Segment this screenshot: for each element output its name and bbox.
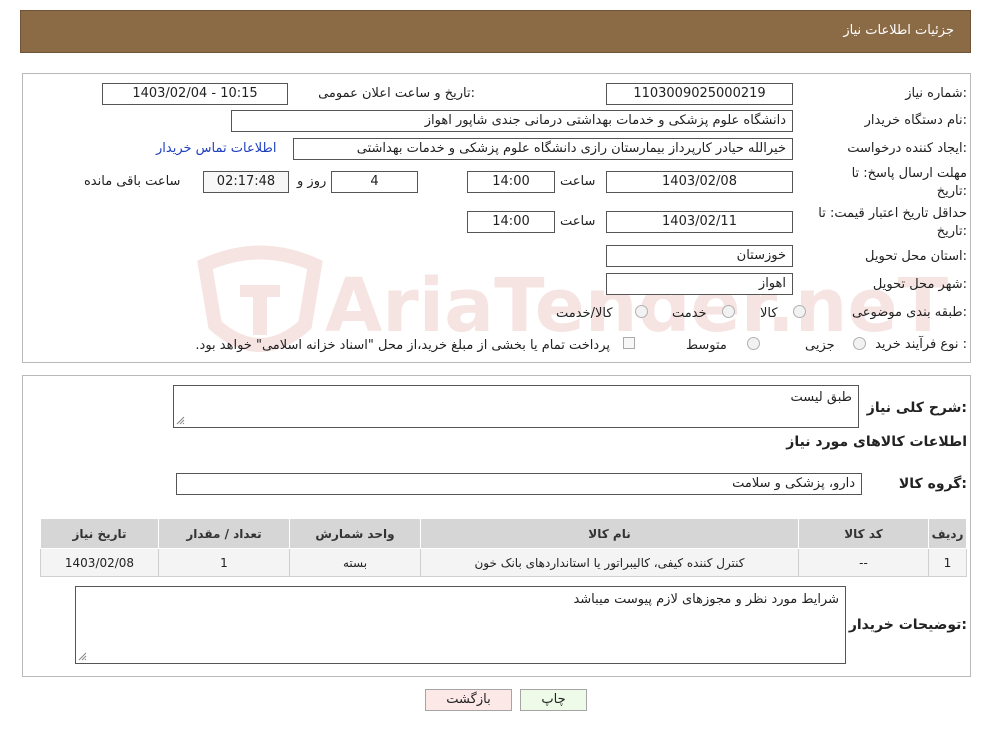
price-validity-label: حداقل تاریخ اعتبار قیمت: تا	[818, 206, 967, 221]
deadline-date-field: 1403/02/08	[606, 171, 793, 193]
price-validity-time-field: 14:00	[467, 211, 555, 233]
need-number-label: شماره نیاز:	[905, 86, 967, 101]
province-label: استان محل تحویل:	[865, 249, 967, 264]
buyer-notes-text: شرایط مورد نظر و مجوزهای لازم پیوست میبا…	[573, 592, 839, 607]
buyer-contact-link[interactable]: اطلاعات تماس خریدار	[156, 141, 276, 156]
deadline-label-date: تاریخ:	[936, 184, 967, 199]
city-label: شهر محل تحویل:	[872, 277, 967, 292]
deadline-time-field: 14:00	[467, 171, 555, 193]
col-code-header: کد کالا	[798, 518, 929, 549]
creator-label: ایجاد کننده درخواست:	[847, 141, 967, 156]
col-unit-header: واحد شمارش	[289, 518, 421, 549]
payment-note: پرداخت تمام یا بخشی از مبلغ خرید،از محل …	[195, 338, 610, 353]
summary-text: طبق لیست	[790, 390, 853, 405]
table-header-row: ردیف کد کالا نام کالا واحد شمارش تعداد /…	[40, 518, 967, 549]
cell-unit: بسته	[289, 548, 421, 577]
goods-group-label: گروه کالا:	[898, 476, 967, 492]
deadline-label: مهلت ارسال پاسخ: تا	[851, 166, 967, 181]
items-table: ردیف کد کالا نام کالا واحد شمارش تعداد /…	[40, 518, 967, 577]
cell-code: --	[798, 548, 929, 577]
remaining-label: ساعت باقی مانده	[84, 174, 181, 189]
announce-field: 1403/02/04 - 10:15	[102, 83, 288, 105]
announce-label: تاریخ و ساعت اعلان عمومی:	[318, 86, 475, 101]
buyer-notes-label: توضیحات خریدار:	[848, 617, 967, 633]
col-name-header: نام کالا	[420, 518, 799, 549]
process-minor-label: جزیی	[805, 338, 835, 353]
days-field: 4	[331, 171, 418, 193]
col-date-header: تاریخ نیاز	[40, 518, 159, 549]
category-goods-service-radio[interactable]	[635, 305, 648, 318]
goods-group-field: دارو، پزشکی و سلامت	[176, 473, 862, 495]
category-label: طبقه بندی موضوعی:	[851, 305, 967, 320]
cell-name: کنترل کننده کیفی، کالیبراتور یا استاندار…	[420, 548, 799, 577]
col-row-header: ردیف	[928, 518, 967, 549]
summary-field: طبق لیست	[173, 385, 859, 428]
city-field: اهواز	[606, 273, 793, 295]
buyer-org-field: دانشگاه علوم پزشکی و خدمات بهداشتی درمان…	[231, 110, 793, 132]
cell-date: 1403/02/08	[40, 548, 159, 577]
process-medium-radio[interactable]	[747, 337, 760, 350]
items-heading: اطلاعات کالاهای مورد نیاز	[786, 434, 967, 450]
need-number-field: 1103009025000219	[606, 83, 793, 105]
process-minor-radio[interactable]	[853, 337, 866, 350]
remaining-time-field: 02:17:48	[203, 171, 289, 193]
deadline-time-label: ساعت	[560, 174, 596, 189]
cell-qty: 1	[158, 548, 290, 577]
col-qty-header: تعداد / مقدار	[158, 518, 290, 549]
table-row: 1 -- کنترل کننده کیفی، کالیبراتور یا است…	[40, 548, 967, 577]
summary-label: شرح کلی نیاز:	[866, 400, 967, 416]
category-service-label: خدمت	[672, 306, 707, 321]
print-button[interactable]: چاپ	[520, 689, 587, 711]
price-validity-time-label: ساعت	[560, 214, 596, 229]
category-goods-service-label: کالا/خدمت	[556, 306, 613, 321]
buyer-notes-field: شرایط مورد نظر و مجوزهای لازم پیوست میبا…	[75, 586, 846, 664]
days-label: روز و	[297, 174, 327, 189]
resize-grip-icon[interactable]	[176, 416, 185, 425]
page-title: جزئیات اطلاعات نیاز	[843, 23, 954, 38]
cell-row: 1	[928, 548, 967, 577]
price-validity-date-field: 1403/02/11	[606, 211, 793, 233]
category-goods-label: کالا	[760, 306, 778, 321]
resize-grip-icon[interactable]	[78, 652, 87, 661]
category-goods-radio[interactable]	[793, 305, 806, 318]
buyer-org-label: نام دستگاه خریدار:	[864, 113, 967, 128]
category-service-radio[interactable]	[722, 305, 735, 318]
items-table-wrap: ردیف کد کالا نام کالا واحد شمارش تعداد /…	[40, 518, 967, 577]
back-button[interactable]: بازگشت	[425, 689, 512, 711]
province-field: خوزستان	[606, 245, 793, 267]
treasury-payment-checkbox[interactable]	[623, 337, 635, 349]
process-medium-label: متوسط	[686, 338, 727, 353]
process-label: نوع فرآیند خرید :	[875, 337, 967, 352]
creator-field: خیرالله حیادر کارپرداز بیمارستان رازی دا…	[293, 138, 793, 160]
price-validity-label-date: تاریخ:	[936, 224, 967, 239]
page-header: جزئیات اطلاعات نیاز	[20, 10, 971, 53]
